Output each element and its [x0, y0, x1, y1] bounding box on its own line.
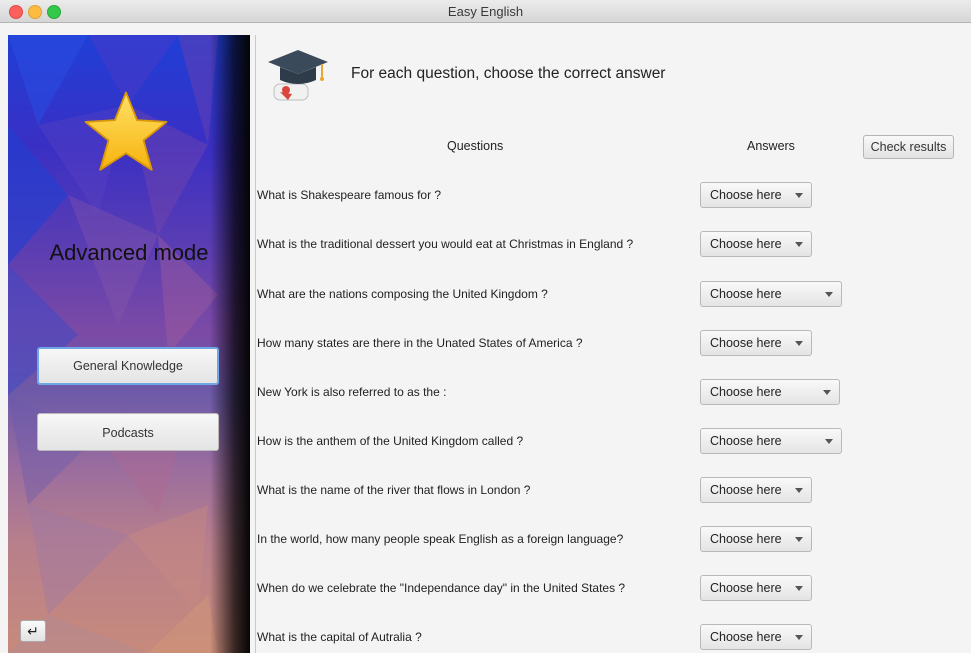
- question-text: What is the capital of Autralia ?: [257, 630, 422, 644]
- question-text: How many states are there in the Unated …: [257, 336, 583, 350]
- dropdown-value: Choose here: [710, 336, 782, 350]
- question-text: What are the nations composing the Unite…: [257, 287, 548, 301]
- dropdown-value: Choose here: [710, 483, 782, 497]
- answer-dropdown[interactable]: Choose here: [700, 231, 812, 257]
- questions-column-header: Questions: [447, 139, 504, 153]
- window-title: Easy English: [447, 4, 524, 19]
- dropdown-value: Choose here: [710, 287, 782, 301]
- page-instruction: For each question, choose the correct an…: [351, 65, 666, 82]
- star-icon: [84, 91, 168, 171]
- sidebar: Advanced mode General Knowledge Podcasts…: [8, 35, 250, 653]
- answer-dropdown[interactable]: Choose here: [700, 624, 812, 650]
- answer-dropdown[interactable]: Choose here: [700, 379, 840, 405]
- dropdown-value: Choose here: [710, 532, 782, 546]
- chevron-down-icon: [795, 193, 803, 198]
- chevron-down-icon: [825, 292, 833, 297]
- answer-dropdown[interactable]: Choose here: [700, 526, 812, 552]
- dropdown-value: Choose here: [710, 385, 782, 399]
- sidebar-dark-edge: [210, 35, 250, 653]
- app-window: Easy English Advanced mode General Knowl…: [0, 0, 971, 653]
- check-results-button[interactable]: Check results: [863, 135, 954, 159]
- chevron-down-icon: [795, 341, 803, 346]
- question-text: How is the anthem of the United Kingdom …: [257, 434, 524, 448]
- return-arrow-icon[interactable]: ↵: [20, 620, 46, 642]
- question-text: In the world, how many people speak Engl…: [257, 532, 624, 546]
- chevron-down-icon: [795, 586, 803, 591]
- dropdown-value: Choose here: [710, 237, 782, 251]
- panel-divider: [255, 35, 256, 653]
- answers-column-header: Answers: [747, 139, 795, 153]
- answer-dropdown[interactable]: Choose here: [700, 182, 812, 208]
- question-text: What is Shakespeare famous for ?: [257, 188, 442, 202]
- chevron-down-icon: [795, 537, 803, 542]
- answer-dropdown[interactable]: Choose here: [700, 477, 812, 503]
- chevron-down-icon: [795, 635, 803, 640]
- answer-dropdown[interactable]: Choose here: [700, 575, 812, 601]
- question-text: What is the traditional dessert you woul…: [257, 237, 634, 251]
- general-knowledge-button[interactable]: General Knowledge: [37, 347, 219, 385]
- chevron-down-icon: [825, 439, 833, 444]
- graduation-cap-icon: [268, 50, 328, 101]
- answer-dropdown[interactable]: Choose here: [700, 428, 842, 454]
- answer-dropdown[interactable]: Choose here: [700, 330, 812, 356]
- chevron-down-icon: [795, 242, 803, 247]
- mode-title: Advanced mode: [49, 240, 209, 265]
- question-text: What is the name of the river that flows…: [257, 483, 531, 497]
- dropdown-value: Choose here: [710, 434, 782, 448]
- question-text: When do we celebrate the "Independance d…: [257, 581, 626, 595]
- answer-dropdown[interactable]: Choose here: [700, 281, 842, 307]
- chevron-down-icon: [823, 390, 831, 395]
- question-text: New York is also referred to as the :: [257, 385, 447, 399]
- title-bar: Easy English: [0, 0, 971, 23]
- dropdown-value: Choose here: [710, 581, 782, 595]
- dropdown-value: Choose here: [710, 630, 782, 644]
- dropdown-value: Choose here: [710, 188, 782, 202]
- chevron-down-icon: [795, 488, 803, 493]
- podcasts-button[interactable]: Podcasts: [37, 413, 219, 451]
